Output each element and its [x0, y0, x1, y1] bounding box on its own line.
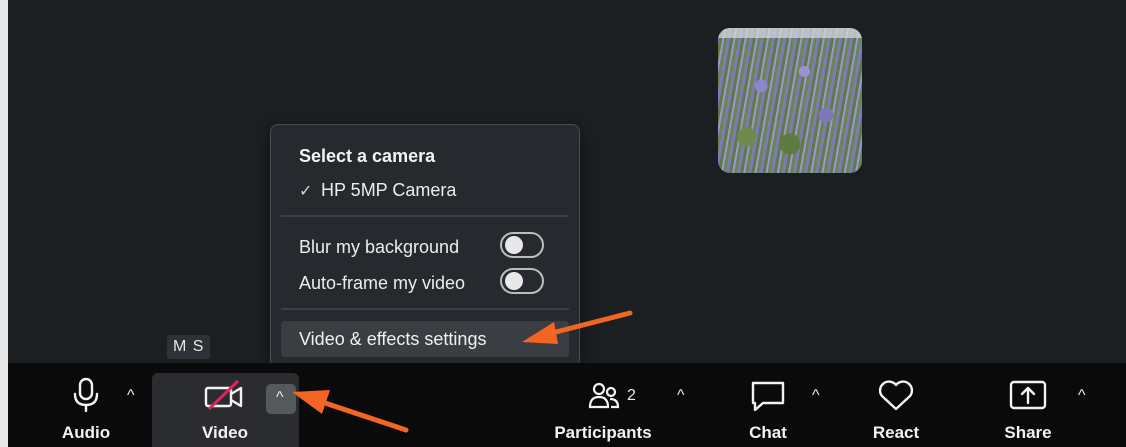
react-button[interactable]: React	[866, 363, 926, 447]
chat-icon	[751, 381, 785, 412]
blur-background-toggle[interactable]	[500, 232, 544, 258]
chat-label: Chat	[749, 423, 787, 442]
chat-options-chevron-up-icon[interactable]: ^	[812, 387, 820, 405]
video-button[interactable]: Video	[194, 363, 256, 447]
self-view-sky	[718, 28, 862, 38]
video-label: Video	[202, 423, 248, 442]
video-off-icon	[204, 379, 243, 411]
camera-menu-popup: Select a camera ✓ HP 5MP Camera Blur my b…	[270, 124, 580, 368]
camera-option-label: HP 5MP Camera	[321, 180, 457, 200]
camera-option-hp[interactable]: ✓ HP 5MP Camera	[299, 180, 456, 201]
audio-label: Audio	[61, 423, 111, 442]
window-edge	[0, 0, 8, 447]
menu-divider	[281, 308, 569, 310]
menu-divider	[281, 215, 569, 217]
video-options-button[interactable]: ^	[266, 384, 296, 414]
share-button[interactable]: Share	[998, 363, 1058, 447]
self-view-video	[718, 28, 862, 173]
auto-frame-toggle[interactable]	[500, 268, 544, 294]
toggle-knob	[505, 272, 523, 290]
auto-frame-label: Auto-frame my video	[299, 273, 466, 293]
participants-options-chevron-up-icon[interactable]: ^	[677, 387, 685, 405]
audio-options-chevron-up-icon[interactable]: ^	[127, 387, 135, 405]
heart-icon	[878, 380, 914, 411]
video-effects-settings-label: Video & effects settings	[299, 329, 487, 349]
share-options-chevron-up-icon[interactable]: ^	[1078, 387, 1086, 405]
check-icon: ✓	[299, 183, 313, 200]
chevron-up-icon: ^	[276, 389, 284, 406]
blur-background-label: Blur my background	[299, 237, 460, 257]
participants-button[interactable]: Participants	[550, 363, 656, 447]
share-icon	[1009, 380, 1047, 410]
participant-name-tag: M S	[167, 335, 211, 359]
audio-button[interactable]: Audio	[56, 363, 116, 447]
react-label: React	[872, 423, 920, 442]
microphone-icon	[73, 377, 99, 413]
meeting-toolbar: Audio ^ Video ^ Participants 2 ^ Chat ^	[8, 363, 1126, 447]
participants-count: 2	[627, 387, 636, 404]
share-label: Share	[1004, 423, 1052, 442]
camera-menu-heading: Select a camera	[299, 146, 436, 166]
toggle-knob	[505, 236, 523, 254]
participants-label: Participants	[554, 423, 652, 442]
participants-icon	[588, 382, 620, 409]
video-effects-settings-item[interactable]: Video & effects settings	[281, 321, 569, 357]
chat-button[interactable]: Chat	[738, 363, 798, 447]
